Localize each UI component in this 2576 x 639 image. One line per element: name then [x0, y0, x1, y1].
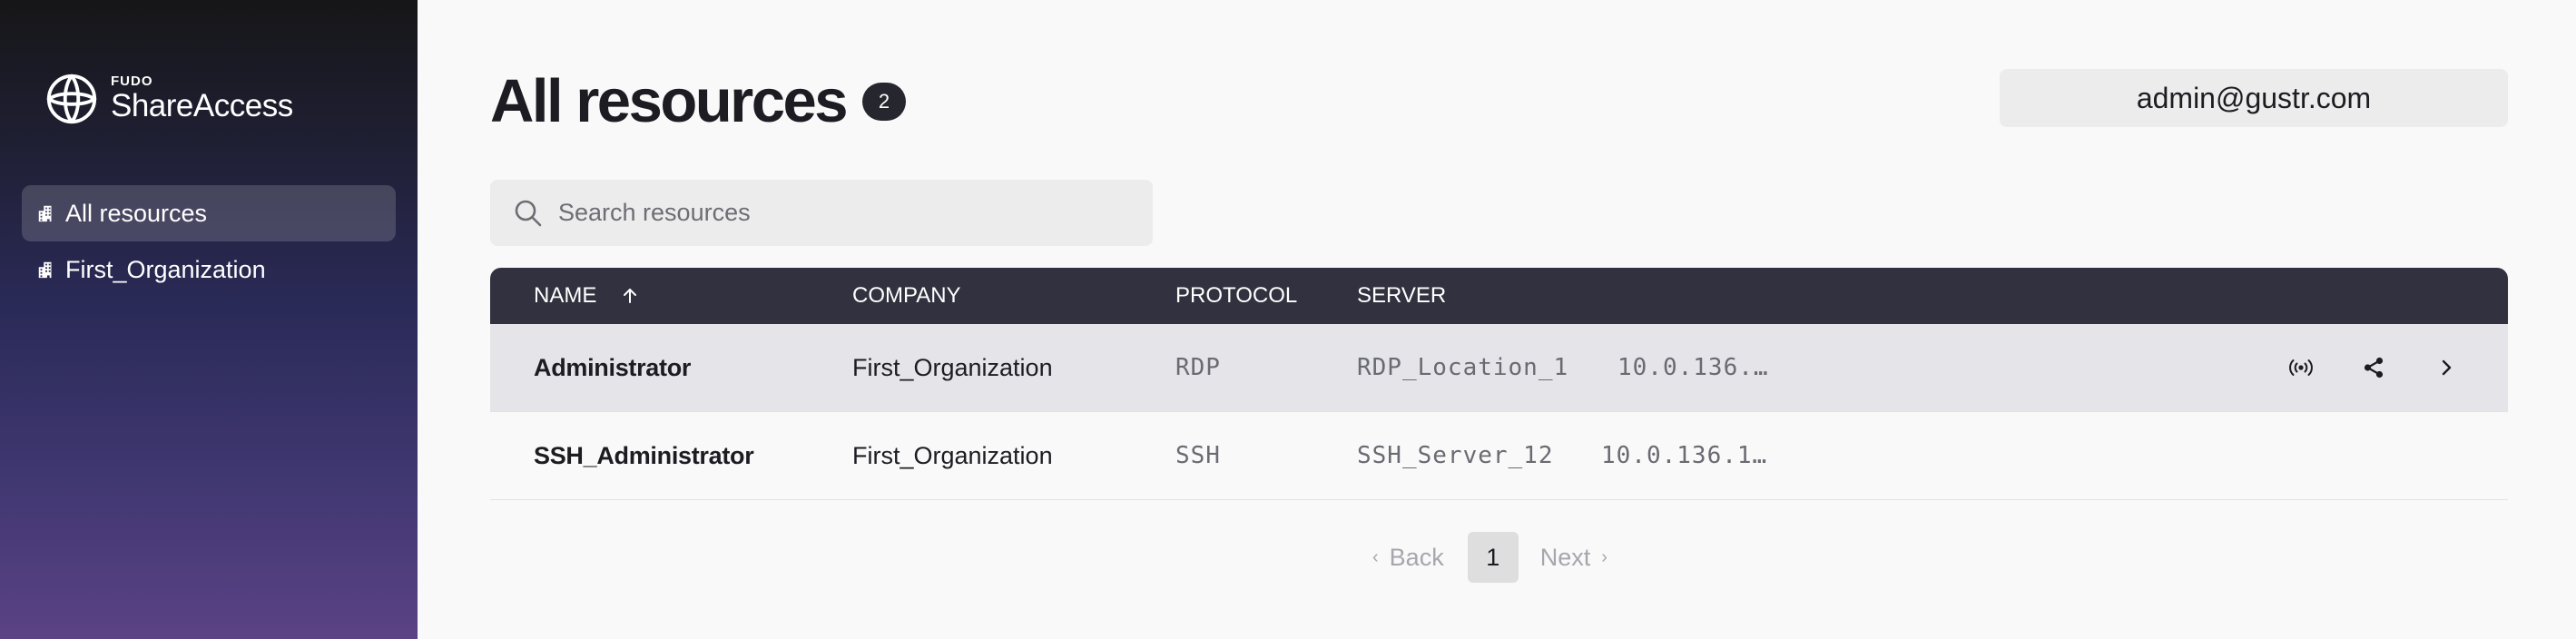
- chevron-right-icon: [2442, 359, 2452, 376]
- column-header-server[interactable]: SERVER: [1357, 268, 1446, 324]
- resource-server: RDP_Location_1: [1357, 354, 1569, 381]
- next-button[interactable]: Next ›: [1540, 544, 1618, 572]
- column-header-label: COMPANY: [852, 283, 961, 308]
- column-header-protocol[interactable]: PROTOCOL: [1175, 268, 1297, 324]
- resource-name: SSH_Administrator: [534, 441, 754, 469]
- chevron-right-icon: ›: [1601, 546, 1608, 567]
- search-input[interactable]: [558, 199, 1121, 227]
- column-header-label: NAME: [534, 283, 597, 308]
- connect-icon: [2289, 359, 2313, 376]
- resource-protocol: SSH: [1175, 442, 1221, 469]
- sort-ascending-icon: [624, 289, 637, 303]
- sidebar-nav: All resources First_Organization: [22, 185, 396, 298]
- page-header: All resources 2: [490, 65, 907, 138]
- share-icon: [2364, 357, 2384, 378]
- column-header-company[interactable]: COMPANY: [852, 268, 961, 324]
- connect-button[interactable]: [2283, 349, 2319, 386]
- pagination: ‹ Back 1 Next ›: [1362, 532, 1618, 583]
- sidebar-item-label: All resources: [65, 199, 208, 227]
- column-header-label: PROTOCOL: [1175, 283, 1298, 308]
- fudo-logo-icon: [46, 74, 97, 124]
- share-button[interactable]: [2355, 349, 2392, 386]
- resource-address: 10.0.136.1…: [1601, 442, 1768, 469]
- back-label: Back: [1389, 543, 1444, 571]
- back-button[interactable]: ‹ Back: [1362, 544, 1444, 572]
- resource-company: First_Organization: [852, 441, 1053, 469]
- table-row[interactable]: Administrator First_Organization RDP RDP…: [490, 324, 2508, 412]
- sidebar-item-label: First_Organization: [65, 255, 266, 283]
- resources-table: NAME COMPANY PROTOCOL SERVER Administrat…: [490, 268, 2508, 500]
- logo[interactable]: FUDO ShareAccess: [44, 71, 293, 127]
- table-header: NAME COMPANY PROTOCOL SERVER: [490, 268, 2508, 324]
- sidebar-item-all-resources[interactable]: All resources: [22, 185, 396, 241]
- resource-address: 10.0.136.…: [1617, 354, 1769, 381]
- resource-protocol: RDP: [1175, 354, 1221, 381]
- resource-server: SSH_Server_12: [1357, 442, 1554, 469]
- sidebar: FUDO ShareAccess All resources First_Org…: [0, 0, 418, 639]
- sidebar-item-first-organization[interactable]: First_Organization: [22, 241, 396, 298]
- column-header-label: SERVER: [1357, 283, 1447, 308]
- search-box: [490, 180, 1153, 246]
- logo-brand: FUDO: [111, 74, 153, 89]
- user-menu-button[interactable]: admin@gustr.com: [2000, 69, 2508, 127]
- page-number-current[interactable]: 1: [1467, 532, 1519, 583]
- next-label: Next: [1539, 543, 1591, 571]
- column-header-name[interactable]: NAME: [534, 268, 640, 324]
- search-icon: [515, 200, 542, 226]
- open-resource-button[interactable]: [2428, 349, 2464, 386]
- table-row[interactable]: SSH_Administrator First_Organization SSH…: [490, 412, 2508, 500]
- resource-count-badge: 2: [862, 83, 907, 121]
- row-actions: [2247, 324, 2464, 411]
- page-title: All resources: [490, 67, 849, 135]
- logo-product-name: ShareAccess: [111, 88, 293, 123]
- chevron-left-icon: ‹: [1372, 546, 1379, 567]
- resource-name: Administrator: [534, 353, 692, 381]
- building-icon: [38, 205, 52, 222]
- building-icon: [38, 261, 52, 279]
- resource-company: First_Organization: [852, 353, 1053, 381]
